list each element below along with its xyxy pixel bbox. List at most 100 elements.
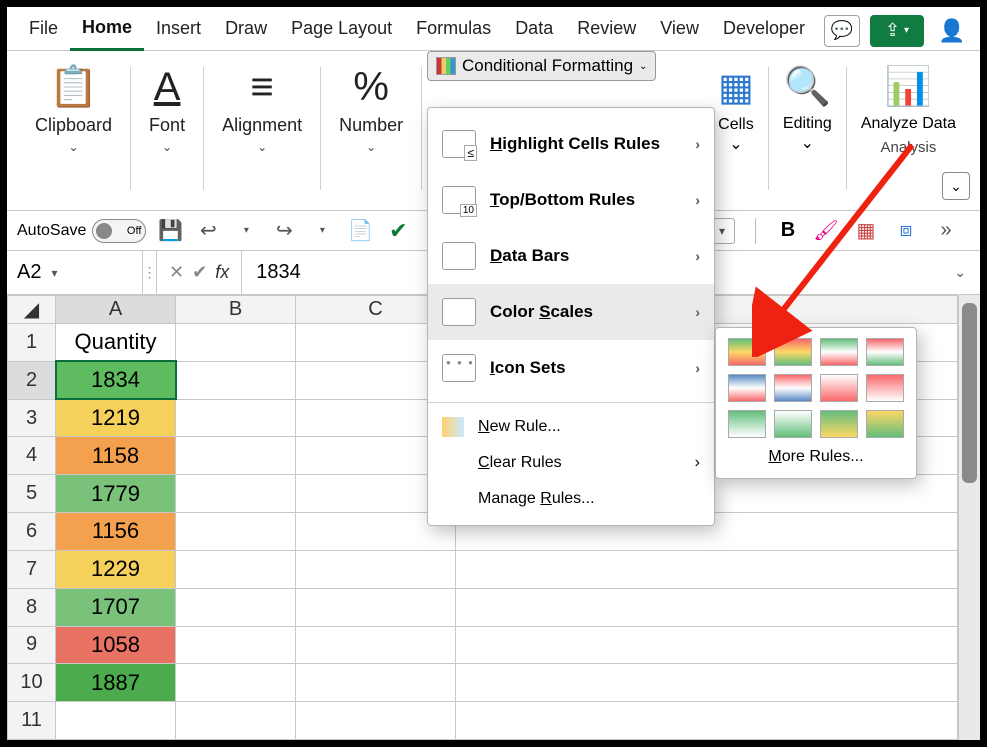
- colorscale-white-green[interactable]: [774, 410, 812, 438]
- colorscale-red-white[interactable]: [866, 374, 904, 402]
- group-number[interactable]: % Number ⌄: [321, 61, 421, 196]
- account-button[interactable]: 👤: [934, 15, 970, 47]
- tab-view[interactable]: View: [648, 12, 711, 49]
- redo-button[interactable]: ↪: [270, 218, 298, 243]
- colorscale-yellow-green[interactable]: [866, 410, 904, 438]
- cell[interactable]: [176, 399, 296, 437]
- tab-data[interactable]: Data: [503, 12, 565, 49]
- autosave-toggle[interactable]: AutoSave Off: [17, 219, 146, 243]
- cell[interactable]: [176, 702, 296, 740]
- group-clipboard[interactable]: 📋 Clipboard ⌄: [17, 61, 130, 196]
- cell[interactable]: [56, 702, 176, 740]
- cell[interactable]: [176, 588, 296, 626]
- tab-insert[interactable]: Insert: [144, 12, 213, 49]
- scrollbar-thumb[interactable]: [962, 303, 977, 483]
- cell[interactable]: 1707: [56, 588, 176, 626]
- colorscale-blue-white-red[interactable]: [728, 374, 766, 402]
- enter-icon[interactable]: ✔: [192, 262, 207, 283]
- cell[interactable]: [176, 513, 296, 551]
- menu-color-scales[interactable]: Color Scales ›: [428, 284, 714, 340]
- row-header[interactable]: 3: [8, 399, 56, 437]
- cell[interactable]: [296, 702, 456, 740]
- cell[interactable]: [456, 550, 958, 588]
- tab-page-layout[interactable]: Page Layout: [279, 12, 404, 49]
- cell[interactable]: [176, 664, 296, 702]
- row-header[interactable]: 4: [8, 437, 56, 475]
- expand-formula-bar[interactable]: ⌄: [954, 264, 980, 281]
- overflow-button[interactable]: »: [932, 219, 960, 242]
- tab-formulas[interactable]: Formulas: [404, 12, 503, 49]
- menu-data-bars[interactable]: Data Bars ›: [428, 228, 714, 284]
- menu-icon-sets[interactable]: Icon Sets ›: [428, 340, 714, 396]
- cell[interactable]: 1834: [56, 361, 176, 399]
- row-header[interactable]: 7: [8, 550, 56, 588]
- row-header[interactable]: 10: [8, 664, 56, 702]
- tab-developer[interactable]: Developer: [711, 12, 817, 49]
- menu-highlight-cells-rules[interactable]: Highlight Cells Rules ›: [428, 116, 714, 172]
- tab-home[interactable]: Home: [70, 11, 144, 51]
- select-all-corner[interactable]: ◢: [8, 296, 56, 324]
- cell[interactable]: [456, 588, 958, 626]
- row-header[interactable]: 1: [8, 324, 56, 362]
- menu-manage-rules[interactable]: Manage Rules...: [428, 481, 714, 517]
- share-button[interactable]: ⇪▾: [870, 15, 924, 47]
- menu-clear-rules[interactable]: Clear Rules ›: [428, 445, 714, 481]
- cell[interactable]: 1219: [56, 399, 176, 437]
- cell[interactable]: [176, 475, 296, 513]
- cell[interactable]: Quantity: [56, 324, 176, 362]
- menu-top-bottom-rules[interactable]: Top/Bottom Rules ›: [428, 172, 714, 228]
- cell[interactable]: [176, 437, 296, 475]
- cell[interactable]: [176, 550, 296, 588]
- cell[interactable]: 1887: [56, 664, 176, 702]
- conditional-formatting-button[interactable]: Conditional Formatting ⌄: [427, 51, 656, 81]
- colorscale-green-yellow[interactable]: [820, 410, 858, 438]
- cell[interactable]: [176, 324, 296, 362]
- cell[interactable]: 1229: [56, 550, 176, 588]
- cell[interactable]: [296, 626, 456, 664]
- formula-input[interactable]: 1834: [242, 261, 315, 284]
- colorscale-green-white[interactable]: [728, 410, 766, 438]
- collapse-ribbon-button[interactable]: ⌄: [942, 172, 970, 200]
- cell[interactable]: [456, 664, 958, 702]
- fx-icon[interactable]: fx: [215, 262, 229, 283]
- cell[interactable]: [296, 550, 456, 588]
- check-button[interactable]: ✔: [384, 218, 412, 244]
- save-button[interactable]: 💾: [156, 218, 184, 243]
- cell[interactable]: [176, 361, 296, 399]
- new-file-button[interactable]: 📄: [346, 218, 374, 243]
- cell[interactable]: 1158: [56, 437, 176, 475]
- group-alignment[interactable]: ≡ Alignment ⌄: [204, 61, 320, 196]
- comments-button[interactable]: 💬: [824, 15, 860, 47]
- cell[interactable]: [176, 626, 296, 664]
- row-header[interactable]: 11: [8, 702, 56, 740]
- row-header[interactable]: 8: [8, 588, 56, 626]
- name-box[interactable]: A2 ▾: [7, 251, 143, 294]
- cell[interactable]: [296, 588, 456, 626]
- tab-draw[interactable]: Draw: [213, 12, 279, 49]
- colorscale-white-red[interactable]: [820, 374, 858, 402]
- menu-new-rule[interactable]: New Rule...: [428, 409, 714, 445]
- group-font[interactable]: A Font ⌄: [131, 61, 203, 196]
- col-header-B[interactable]: B: [176, 296, 296, 324]
- row-header[interactable]: 9: [8, 626, 56, 664]
- col-header-A[interactable]: A: [56, 296, 176, 324]
- undo-button[interactable]: ↩: [194, 218, 222, 243]
- cell[interactable]: [296, 664, 456, 702]
- cell[interactable]: 1058: [56, 626, 176, 664]
- tab-file[interactable]: File: [17, 12, 70, 49]
- redo-more-button[interactable]: ▾: [308, 225, 336, 236]
- colorscale-red-white-blue[interactable]: [774, 374, 812, 402]
- row-header[interactable]: 6: [8, 513, 56, 551]
- cell[interactable]: [456, 626, 958, 664]
- cell[interactable]: 1779: [56, 475, 176, 513]
- row-header[interactable]: 2: [8, 361, 56, 399]
- row-header[interactable]: 5: [8, 475, 56, 513]
- name-box-handle[interactable]: ⋮: [143, 251, 157, 294]
- more-rules-link[interactable]: More Rules...: [728, 438, 904, 470]
- tab-review[interactable]: Review: [565, 12, 648, 49]
- cell[interactable]: 1156: [56, 513, 176, 551]
- vertical-scrollbar[interactable]: [958, 295, 980, 740]
- cancel-icon[interactable]: ✕: [169, 262, 184, 283]
- cell[interactable]: [456, 702, 958, 740]
- undo-more-button[interactable]: ▾: [232, 225, 260, 236]
